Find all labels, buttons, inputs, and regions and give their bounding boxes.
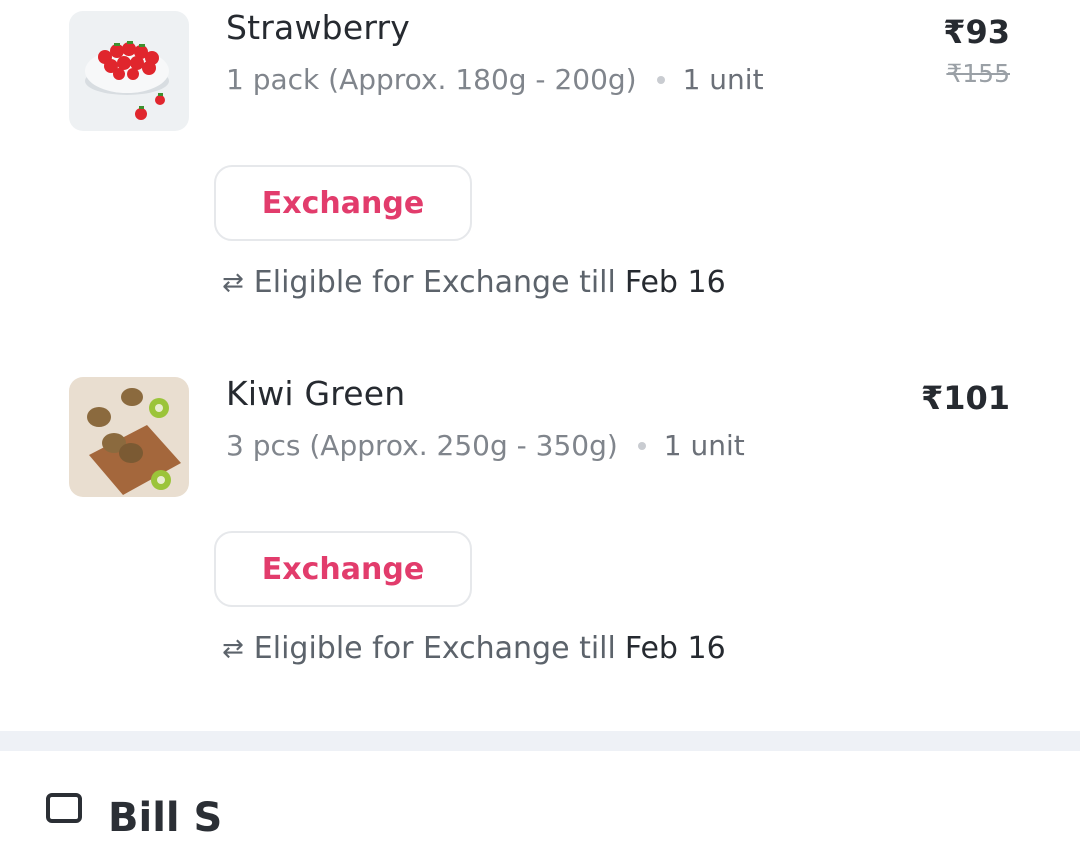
item-meta: 1 pack (Approx. 180g - 200g) 1 unit <box>226 63 764 96</box>
exchange-button[interactable]: Exchange <box>214 531 472 607</box>
section-divider <box>0 731 1080 751</box>
item-pack-size: 3 pcs (Approx. 250g - 350g) <box>226 429 618 462</box>
item-price: ₹93 <box>943 13 1010 51</box>
item-pack-size: 1 pack (Approx. 180g - 200g) <box>226 63 637 96</box>
item-quantity: 1 unit <box>682 63 764 96</box>
bill-summary-title: Bill S <box>108 795 223 841</box>
exchange-eligibility: ⇄ Eligible for Exchange till Feb 16 <box>222 631 726 666</box>
kiwi-image <box>69 377 189 497</box>
exchange-eligibility: ⇄ Eligible for Exchange till Feb 16 <box>222 265 726 300</box>
item-mrp: ₹155 <box>946 59 1010 88</box>
order-item-kiwi-green: Kiwi Green 3 pcs (Approx. 250g - 350g) 1… <box>0 366 1080 696</box>
separator-dot <box>637 441 646 450</box>
bill-icon <box>46 793 82 823</box>
eligibility-date: Feb 16 <box>624 265 726 300</box>
item-quantity: 1 unit <box>663 429 745 462</box>
item-price: ₹101 <box>920 379 1010 417</box>
eligibility-text: Eligible for Exchange till <box>253 631 616 666</box>
eligibility-date: Feb 16 <box>624 631 726 666</box>
exchange-arrows-icon: ⇄ <box>222 267 244 298</box>
eligibility-text: Eligible for Exchange till <box>253 265 616 300</box>
strawberry-image <box>69 11 189 131</box>
item-name: Kiwi Green <box>226 374 406 413</box>
order-item-strawberry: Strawberry 1 pack (Approx. 180g - 200g) … <box>0 0 1080 330</box>
separator-dot <box>656 75 665 84</box>
bill-summary-header: Bill S <box>46 793 222 841</box>
item-meta: 3 pcs (Approx. 250g - 350g) 1 unit <box>226 429 745 462</box>
item-name: Strawberry <box>226 8 410 47</box>
exchange-button[interactable]: Exchange <box>214 165 472 241</box>
exchange-arrows-icon: ⇄ <box>222 633 244 664</box>
